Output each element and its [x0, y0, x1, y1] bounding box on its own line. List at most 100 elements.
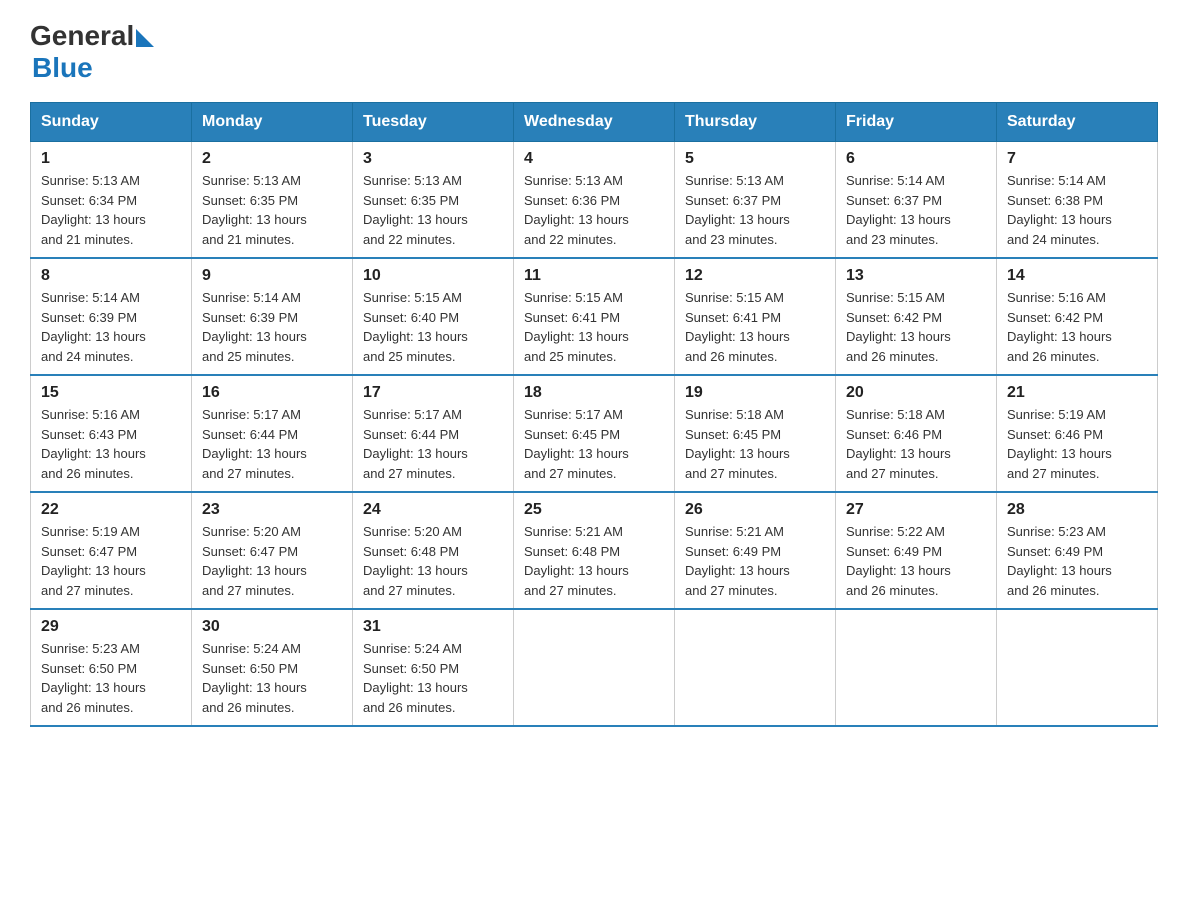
calendar-cell: 21 Sunrise: 5:19 AMSunset: 6:46 PMDaylig…	[997, 375, 1158, 492]
day-number: 24	[363, 501, 503, 519]
day-info: Sunrise: 5:21 AMSunset: 6:48 PMDaylight:…	[524, 524, 629, 598]
calendar-cell: 25 Sunrise: 5:21 AMSunset: 6:48 PMDaylig…	[514, 492, 675, 609]
day-info: Sunrise: 5:17 AMSunset: 6:45 PMDaylight:…	[524, 407, 629, 481]
calendar-cell: 27 Sunrise: 5:22 AMSunset: 6:49 PMDaylig…	[836, 492, 997, 609]
day-info: Sunrise: 5:14 AMSunset: 6:39 PMDaylight:…	[202, 290, 307, 364]
calendar-week-row: 22 Sunrise: 5:19 AMSunset: 6:47 PMDaylig…	[31, 492, 1158, 609]
day-info: Sunrise: 5:24 AMSunset: 6:50 PMDaylight:…	[363, 641, 468, 715]
day-number: 9	[202, 267, 342, 285]
header: General Blue	[30, 20, 1158, 84]
day-info: Sunrise: 5:18 AMSunset: 6:46 PMDaylight:…	[846, 407, 951, 481]
day-number: 4	[524, 150, 664, 168]
day-number: 19	[685, 384, 825, 402]
calendar-header-row: SundayMondayTuesdayWednesdayThursdayFrid…	[31, 103, 1158, 142]
column-header-friday: Friday	[836, 103, 997, 142]
day-info: Sunrise: 5:21 AMSunset: 6:49 PMDaylight:…	[685, 524, 790, 598]
day-number: 21	[1007, 384, 1147, 402]
day-number: 22	[41, 501, 181, 519]
day-number: 31	[363, 618, 503, 636]
day-number: 12	[685, 267, 825, 285]
column-header-monday: Monday	[192, 103, 353, 142]
calendar-cell: 10 Sunrise: 5:15 AMSunset: 6:40 PMDaylig…	[353, 258, 514, 375]
day-info: Sunrise: 5:14 AMSunset: 6:38 PMDaylight:…	[1007, 173, 1112, 247]
column-header-wednesday: Wednesday	[514, 103, 675, 142]
calendar-cell: 6 Sunrise: 5:14 AMSunset: 6:37 PMDayligh…	[836, 142, 997, 259]
calendar-cell: 5 Sunrise: 5:13 AMSunset: 6:37 PMDayligh…	[675, 142, 836, 259]
day-number: 2	[202, 150, 342, 168]
calendar-cell	[514, 609, 675, 726]
day-number: 15	[41, 384, 181, 402]
day-number: 20	[846, 384, 986, 402]
day-number: 29	[41, 618, 181, 636]
day-number: 3	[363, 150, 503, 168]
day-info: Sunrise: 5:13 AMSunset: 6:36 PMDaylight:…	[524, 173, 629, 247]
day-number: 8	[41, 267, 181, 285]
day-info: Sunrise: 5:20 AMSunset: 6:48 PMDaylight:…	[363, 524, 468, 598]
day-info: Sunrise: 5:16 AMSunset: 6:43 PMDaylight:…	[41, 407, 146, 481]
logo-arrow-icon	[136, 29, 154, 47]
day-number: 14	[1007, 267, 1147, 285]
day-info: Sunrise: 5:22 AMSunset: 6:49 PMDaylight:…	[846, 524, 951, 598]
calendar-cell: 12 Sunrise: 5:15 AMSunset: 6:41 PMDaylig…	[675, 258, 836, 375]
calendar-week-row: 8 Sunrise: 5:14 AMSunset: 6:39 PMDayligh…	[31, 258, 1158, 375]
day-info: Sunrise: 5:13 AMSunset: 6:34 PMDaylight:…	[41, 173, 146, 247]
logo-blue-text: Blue	[32, 52, 93, 84]
day-number: 18	[524, 384, 664, 402]
calendar-cell: 26 Sunrise: 5:21 AMSunset: 6:49 PMDaylig…	[675, 492, 836, 609]
day-number: 17	[363, 384, 503, 402]
day-info: Sunrise: 5:14 AMSunset: 6:37 PMDaylight:…	[846, 173, 951, 247]
calendar-cell: 22 Sunrise: 5:19 AMSunset: 6:47 PMDaylig…	[31, 492, 192, 609]
calendar-cell: 7 Sunrise: 5:14 AMSunset: 6:38 PMDayligh…	[997, 142, 1158, 259]
calendar-cell: 28 Sunrise: 5:23 AMSunset: 6:49 PMDaylig…	[997, 492, 1158, 609]
calendar-cell: 9 Sunrise: 5:14 AMSunset: 6:39 PMDayligh…	[192, 258, 353, 375]
day-info: Sunrise: 5:23 AMSunset: 6:50 PMDaylight:…	[41, 641, 146, 715]
calendar-week-row: 15 Sunrise: 5:16 AMSunset: 6:43 PMDaylig…	[31, 375, 1158, 492]
day-number: 16	[202, 384, 342, 402]
day-info: Sunrise: 5:17 AMSunset: 6:44 PMDaylight:…	[363, 407, 468, 481]
day-info: Sunrise: 5:13 AMSunset: 6:35 PMDaylight:…	[202, 173, 307, 247]
calendar-cell: 3 Sunrise: 5:13 AMSunset: 6:35 PMDayligh…	[353, 142, 514, 259]
calendar-cell: 13 Sunrise: 5:15 AMSunset: 6:42 PMDaylig…	[836, 258, 997, 375]
calendar-cell	[836, 609, 997, 726]
column-header-thursday: Thursday	[675, 103, 836, 142]
day-number: 25	[524, 501, 664, 519]
calendar-cell: 17 Sunrise: 5:17 AMSunset: 6:44 PMDaylig…	[353, 375, 514, 492]
day-number: 28	[1007, 501, 1147, 519]
calendar-week-row: 29 Sunrise: 5:23 AMSunset: 6:50 PMDaylig…	[31, 609, 1158, 726]
calendar-cell: 4 Sunrise: 5:13 AMSunset: 6:36 PMDayligh…	[514, 142, 675, 259]
column-header-tuesday: Tuesday	[353, 103, 514, 142]
calendar-cell: 8 Sunrise: 5:14 AMSunset: 6:39 PMDayligh…	[31, 258, 192, 375]
calendar-cell: 15 Sunrise: 5:16 AMSunset: 6:43 PMDaylig…	[31, 375, 192, 492]
calendar-cell: 29 Sunrise: 5:23 AMSunset: 6:50 PMDaylig…	[31, 609, 192, 726]
day-number: 23	[202, 501, 342, 519]
day-number: 6	[846, 150, 986, 168]
calendar-cell: 14 Sunrise: 5:16 AMSunset: 6:42 PMDaylig…	[997, 258, 1158, 375]
calendar-cell: 2 Sunrise: 5:13 AMSunset: 6:35 PMDayligh…	[192, 142, 353, 259]
day-info: Sunrise: 5:23 AMSunset: 6:49 PMDaylight:…	[1007, 524, 1112, 598]
day-info: Sunrise: 5:15 AMSunset: 6:41 PMDaylight:…	[524, 290, 629, 364]
day-info: Sunrise: 5:24 AMSunset: 6:50 PMDaylight:…	[202, 641, 307, 715]
day-info: Sunrise: 5:15 AMSunset: 6:41 PMDaylight:…	[685, 290, 790, 364]
day-info: Sunrise: 5:14 AMSunset: 6:39 PMDaylight:…	[41, 290, 146, 364]
day-number: 5	[685, 150, 825, 168]
calendar-cell	[675, 609, 836, 726]
day-info: Sunrise: 5:15 AMSunset: 6:42 PMDaylight:…	[846, 290, 951, 364]
day-info: Sunrise: 5:20 AMSunset: 6:47 PMDaylight:…	[202, 524, 307, 598]
day-info: Sunrise: 5:13 AMSunset: 6:35 PMDaylight:…	[363, 173, 468, 247]
day-number: 10	[363, 267, 503, 285]
calendar-week-row: 1 Sunrise: 5:13 AMSunset: 6:34 PMDayligh…	[31, 142, 1158, 259]
day-info: Sunrise: 5:15 AMSunset: 6:40 PMDaylight:…	[363, 290, 468, 364]
calendar-cell: 19 Sunrise: 5:18 AMSunset: 6:45 PMDaylig…	[675, 375, 836, 492]
day-number: 1	[41, 150, 181, 168]
calendar-cell: 23 Sunrise: 5:20 AMSunset: 6:47 PMDaylig…	[192, 492, 353, 609]
calendar-cell: 1 Sunrise: 5:13 AMSunset: 6:34 PMDayligh…	[31, 142, 192, 259]
logo-general-text: General	[30, 20, 134, 52]
day-number: 13	[846, 267, 986, 285]
day-info: Sunrise: 5:13 AMSunset: 6:37 PMDaylight:…	[685, 173, 790, 247]
calendar-cell: 30 Sunrise: 5:24 AMSunset: 6:50 PMDaylig…	[192, 609, 353, 726]
calendar-cell: 11 Sunrise: 5:15 AMSunset: 6:41 PMDaylig…	[514, 258, 675, 375]
calendar-cell: 24 Sunrise: 5:20 AMSunset: 6:48 PMDaylig…	[353, 492, 514, 609]
column-header-saturday: Saturday	[997, 103, 1158, 142]
day-number: 7	[1007, 150, 1147, 168]
day-info: Sunrise: 5:19 AMSunset: 6:46 PMDaylight:…	[1007, 407, 1112, 481]
